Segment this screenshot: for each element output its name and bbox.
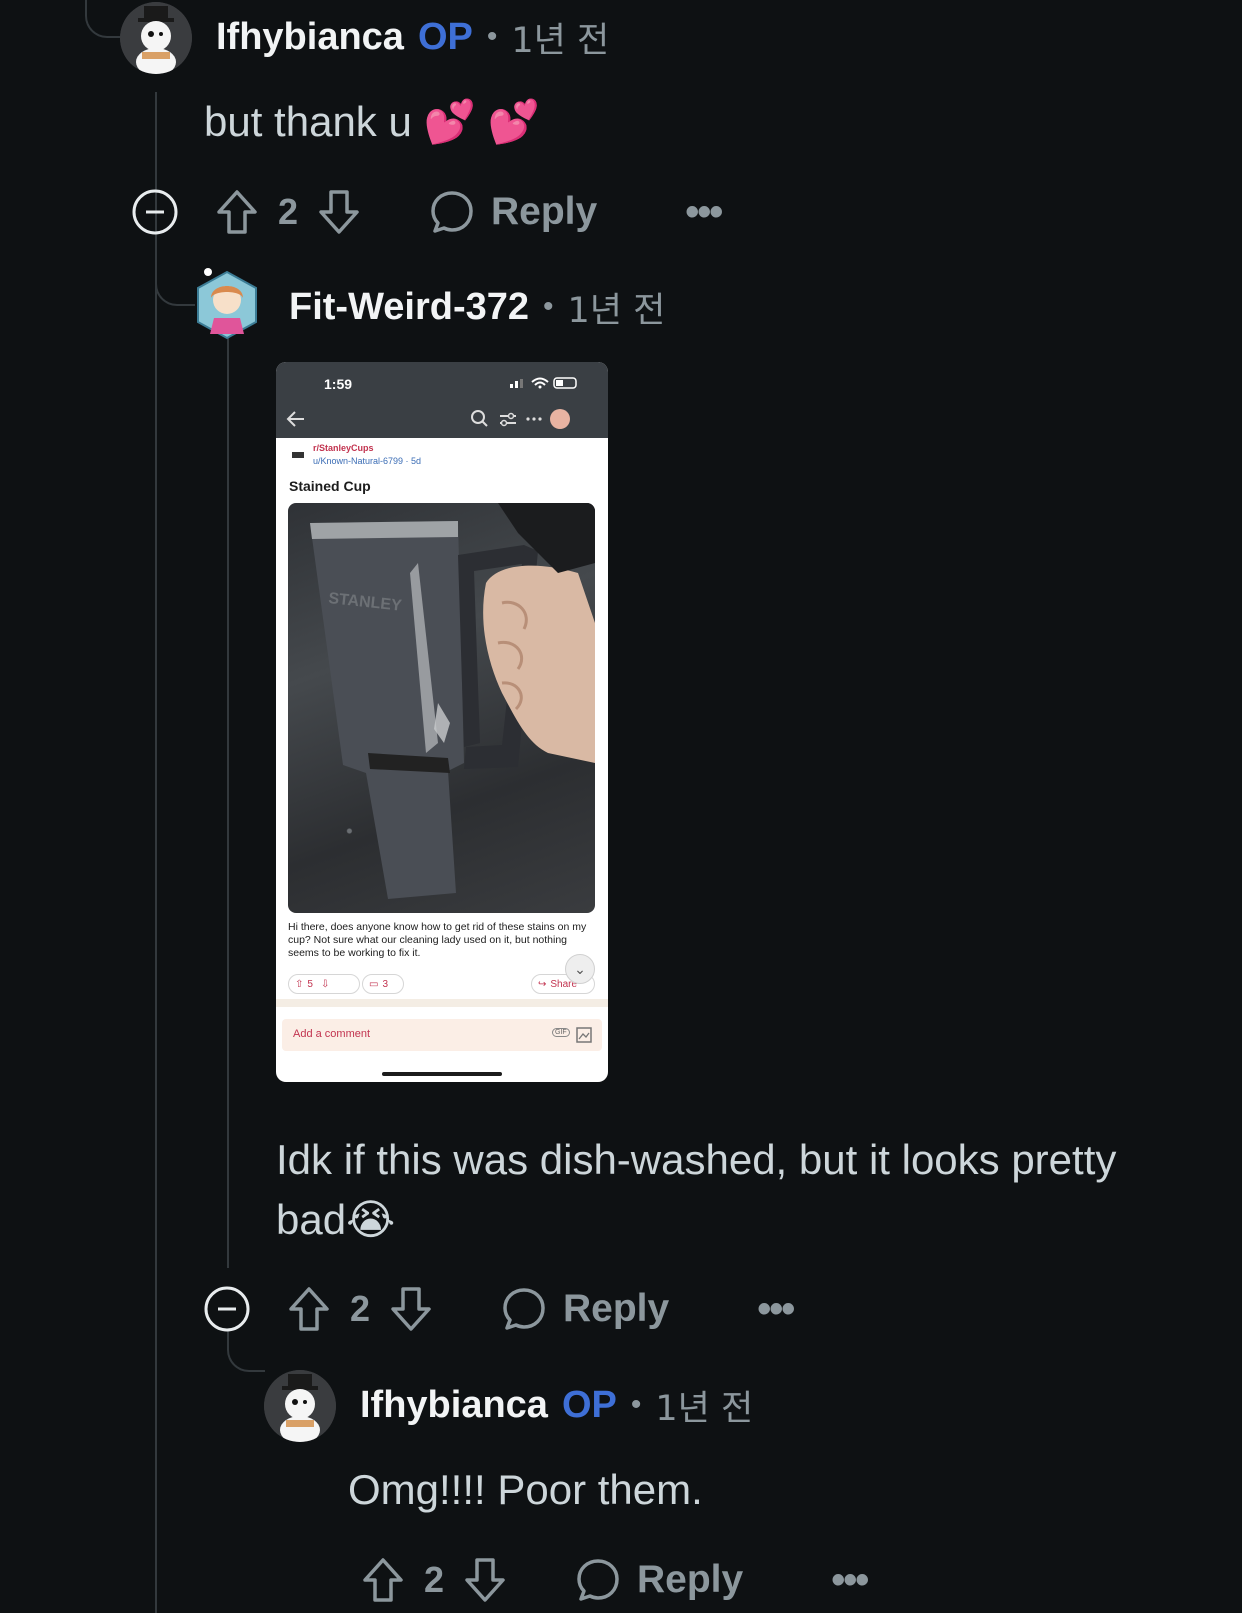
share-icon: ↪ xyxy=(538,978,547,990)
add-comment-field[interactable]: Add a comment GIF xyxy=(282,1019,602,1051)
avatar[interactable] xyxy=(264,1370,336,1442)
post-comment-icon: ▭ xyxy=(369,978,379,990)
collapse-icon[interactable] xyxy=(203,1285,251,1333)
post-vote-pill[interactable]: ⇧ 5 ⇩ xyxy=(288,974,360,994)
snowman-avatar-icon xyxy=(264,1370,336,1442)
downvote-icon[interactable] xyxy=(463,1556,507,1604)
expand-chevron-icon[interactable]: ⌄ xyxy=(565,954,595,984)
post-vote-count: 5 xyxy=(307,978,313,990)
post-author-meta: u/Known-Natural-6799 · 5d xyxy=(313,456,422,466)
thread-line-level2 xyxy=(227,338,229,1268)
username[interactable]: Ifhybianca xyxy=(216,16,404,59)
status-icons xyxy=(510,377,577,389)
more-icon[interactable]: ••• xyxy=(757,1287,795,1332)
vote-count: 2 xyxy=(423,1559,445,1600)
reply-label: Reply xyxy=(491,190,598,233)
girl-avatar-icon xyxy=(197,268,257,340)
comment-header: Fit-Weird-372 • 1년 전 xyxy=(289,277,665,337)
collapse-icon[interactable] xyxy=(131,188,179,236)
comment-body: but thank u 💕 💕 xyxy=(204,98,540,145)
post-body: Hi there, does anyone know how to get ri… xyxy=(288,921,587,959)
reply-button[interactable]: Reply xyxy=(575,1557,743,1603)
timestamp: 1년 전 xyxy=(511,20,610,61)
post-upvote-icon: ⇧ xyxy=(295,978,304,990)
username[interactable]: Fit-Weird-372 xyxy=(289,286,529,329)
timestamp: 1년 전 xyxy=(567,290,666,331)
op-badge: OP xyxy=(561,1383,617,1426)
comment-header: Ifhybianca OP • 1년 전 xyxy=(216,7,609,67)
upvote-icon[interactable] xyxy=(215,188,259,236)
status-time: 1:59 xyxy=(324,376,353,392)
post-comment-count: 3 xyxy=(382,978,389,990)
comment-bubble-icon xyxy=(503,1288,545,1330)
downvote-icon[interactable] xyxy=(317,188,361,236)
separator: • xyxy=(486,20,498,53)
comment-bubble-icon xyxy=(577,1559,619,1601)
post-downvote-icon: ⇩ xyxy=(320,978,330,990)
more-icon[interactable]: ••• xyxy=(685,190,723,235)
downvote-icon[interactable] xyxy=(389,1285,433,1333)
op-badge: OP xyxy=(417,15,473,58)
comment-actions: 2 Reply ••• xyxy=(203,1279,795,1339)
timestamp: 1년 전 xyxy=(655,1388,754,1429)
thread-elbow xyxy=(155,262,195,306)
image-icon[interactable] xyxy=(576,1027,592,1043)
separator: • xyxy=(630,1388,642,1421)
comment-body: Omg!!!! Poor them. xyxy=(348,1466,703,1513)
avatar[interactable] xyxy=(120,2,192,74)
thread-line-level1 xyxy=(155,92,157,1613)
comment-bar-divider xyxy=(276,999,608,1007)
reply-button[interactable]: Reply xyxy=(501,1286,669,1332)
comment-header: Ifhybianca OP • 1년 전 xyxy=(360,1375,753,1435)
post-comments-pill[interactable]: ▭ 3 xyxy=(362,974,404,994)
subreddit-icon xyxy=(292,452,304,458)
toolbar-icons xyxy=(471,409,570,429)
post-subreddit: r/StanleyCups xyxy=(313,443,374,453)
reply-button[interactable]: Reply xyxy=(429,189,597,235)
avatar[interactable] xyxy=(194,268,260,342)
upvote-icon[interactable] xyxy=(361,1556,405,1604)
comment-body: Idk if this was dish-washed, but it look… xyxy=(276,1136,1117,1243)
add-comment-placeholder: Add a comment xyxy=(293,1028,371,1040)
thread-elbow xyxy=(85,0,122,38)
image-attachment[interactable]: 1:59 r/StanleyCups u/Known-Natural-6799 … xyxy=(276,362,608,1082)
reply-label: Reply xyxy=(637,1558,744,1601)
comment-actions: 2 Reply ••• xyxy=(361,1550,869,1610)
gif-icon[interactable]: GIF xyxy=(552,1028,570,1037)
vote-count: 2 xyxy=(349,1288,371,1329)
snowman-avatar-icon xyxy=(120,2,192,74)
more-icon[interactable]: ••• xyxy=(831,1558,869,1603)
home-indicator xyxy=(382,1072,502,1076)
reply-label: Reply xyxy=(563,1287,670,1330)
vote-count: 2 xyxy=(277,191,299,232)
stained-cup-photo: STANLEY xyxy=(288,503,595,913)
username[interactable]: Ifhybianca xyxy=(360,1384,548,1427)
upvote-icon[interactable] xyxy=(287,1285,331,1333)
comment-actions: 2 Reply ••• xyxy=(131,182,723,242)
back-arrow-icon xyxy=(286,411,304,427)
post-title: Stained Cup xyxy=(289,478,371,494)
comment-bubble-icon xyxy=(431,191,473,233)
separator: • xyxy=(543,290,554,323)
